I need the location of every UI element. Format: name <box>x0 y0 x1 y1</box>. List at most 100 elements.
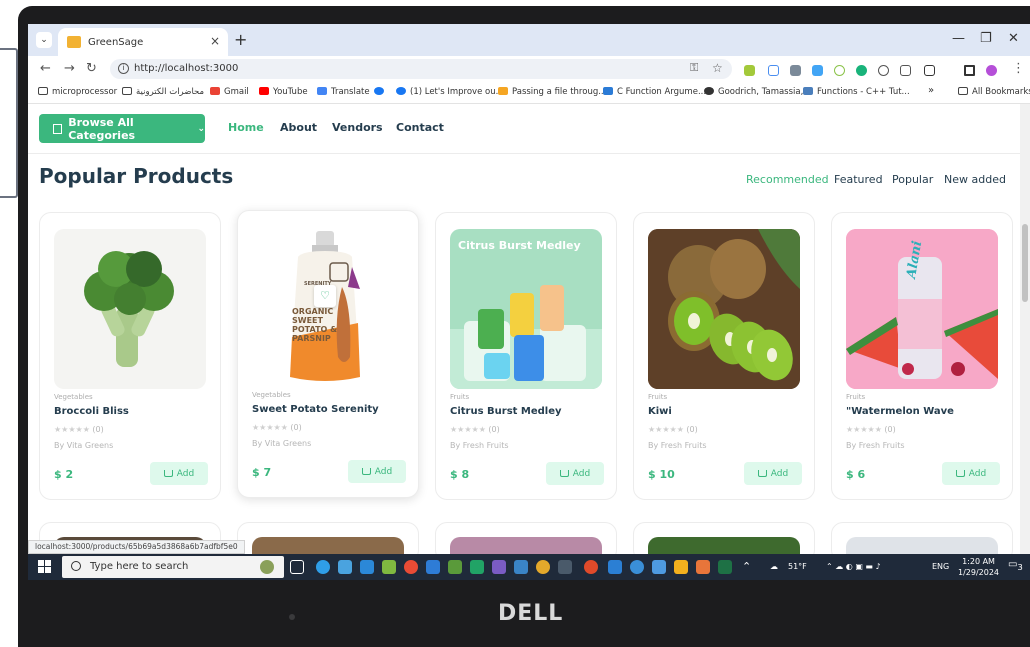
product-vendor[interactable]: By Vita Greens <box>252 439 311 448</box>
product-image[interactable] <box>54 229 206 389</box>
nav-vendors-link[interactable]: Vendors <box>332 121 383 134</box>
address-bar[interactable]: i http://localhost:3000 <box>110 59 732 79</box>
product-image[interactable] <box>648 229 800 389</box>
bookmark-item[interactable]: Goodrich, Tamassia,... <box>704 87 811 97</box>
bookmark-item[interactable]: محاضرات الكترونية <box>122 87 204 97</box>
product-card[interactable] <box>633 522 815 554</box>
filter-new-added[interactable]: New added <box>944 173 1006 186</box>
more-bookmarks-button[interactable]: » <box>928 85 934 96</box>
taskbar-clock[interactable]: 1:20 AM 1/29/2024 <box>958 556 999 578</box>
vscode-icon[interactable] <box>608 560 622 574</box>
nav-home-link[interactable]: Home <box>228 121 264 134</box>
all-bookmarks-item[interactable]: All Bookmarks <box>958 87 1030 97</box>
bookmark-item[interactable]: Gmail <box>210 87 249 97</box>
product-card[interactable]: SERENITY ORGANIC SWEET POTATO & PARSNIP … <box>237 210 419 498</box>
add-to-cart-button[interactable]: Add <box>546 462 604 485</box>
file-explorer-icon[interactable] <box>674 560 688 574</box>
product-card[interactable] <box>237 522 419 554</box>
bookmark-item[interactable]: Passing a file throug... <box>498 87 606 97</box>
bookmark-item[interactable]: Translate <box>317 87 370 97</box>
bookmark-item[interactable]: C Function Argume... <box>603 87 706 97</box>
app-icon[interactable] <box>696 560 710 574</box>
language-indicator[interactable]: ENG <box>932 562 949 571</box>
product-vendor[interactable]: By Fresh Fruits <box>450 441 509 450</box>
nav-about-link[interactable]: About <box>280 121 317 134</box>
extension-icon-2[interactable] <box>768 65 779 76</box>
product-image[interactable]: Citrus Burst Medley <box>450 229 602 389</box>
extension-icon-4[interactable] <box>812 65 823 76</box>
product-card[interactable]: Vegetables Broccoli Bliss ★★★★★ (0) By V… <box>39 212 221 500</box>
product-vendor[interactable]: By Fresh Fruits <box>648 441 707 450</box>
bookmark-item[interactable]: Functions - C++ Tut... <box>803 87 910 97</box>
forward-icon[interactable]: → <box>64 61 75 76</box>
telegram-icon[interactable] <box>630 560 644 574</box>
product-image[interactable]: SERENITY ORGANIC SWEET POTATO & PARSNIP … <box>252 227 404 387</box>
product-name[interactable]: Kiwi <box>648 406 672 417</box>
extensions-puzzle-icon[interactable] <box>924 65 935 76</box>
add-to-cart-button[interactable]: Add <box>348 460 406 483</box>
profile-avatar[interactable] <box>986 65 997 76</box>
edge-icon[interactable] <box>316 560 330 574</box>
tab-list-button[interactable]: ⌄ <box>36 32 52 48</box>
extension-icon-3[interactable] <box>790 65 801 76</box>
reload-icon[interactable]: ↻ <box>86 61 97 76</box>
scrollbar-thumb[interactable] <box>1022 224 1028 302</box>
app-icon[interactable] <box>382 560 396 574</box>
opera-icon[interactable] <box>584 560 598 574</box>
mail-icon[interactable] <box>360 560 374 574</box>
filter-popular[interactable]: Popular <box>892 173 933 186</box>
bookmark-item[interactable]: (1) Let's Improve ou... <box>396 87 504 97</box>
site-info-icon[interactable]: i <box>118 63 129 74</box>
menu-kebab-icon[interactable]: ⋮ <box>1012 61 1025 76</box>
extension-icon-5[interactable] <box>834 65 845 76</box>
minimize-icon[interactable]: — <box>952 31 965 46</box>
product-image[interactable]: Alani <box>846 229 998 389</box>
taskbar-search-input[interactable]: Type here to search <box>62 556 284 578</box>
notifications-icon[interactable]: ▭3 <box>1008 559 1023 572</box>
filter-recommended[interactable]: Recommended <box>746 173 829 186</box>
bookmark-item[interactable]: microprocessor <box>38 87 117 97</box>
bookmark-item[interactable]: YouTube <box>259 87 308 97</box>
tray-overflow-icon[interactable]: ⌃ <box>742 560 751 573</box>
excel-icon[interactable] <box>718 560 732 574</box>
tray-icons[interactable]: ⌃ ☁ ◐ ▣ ▬ ♪ <box>826 562 881 571</box>
weather-temp[interactable]: 51°F <box>788 562 807 571</box>
product-card[interactable]: Fruits Kiwi ★★★★★ (0) By Fresh Fruits $ … <box>633 212 815 500</box>
product-vendor[interactable]: By Fresh Fruits <box>846 441 905 450</box>
add-to-cart-button[interactable]: Add <box>150 462 208 485</box>
extension-icon-1[interactable] <box>744 65 755 76</box>
bookmark-star-icon[interactable]: ☆ <box>712 61 723 75</box>
product-card[interactable]: Citrus Burst Medley Fruits Citrus Burst … <box>435 212 617 500</box>
app-icon[interactable] <box>558 560 572 574</box>
app-icon[interactable] <box>536 560 550 574</box>
store-icon[interactable] <box>338 560 352 574</box>
side-panel-icon[interactable] <box>964 65 975 76</box>
extension-icon-7[interactable] <box>878 65 889 76</box>
windows-start-icon[interactable] <box>38 560 51 573</box>
app-icon[interactable] <box>470 560 484 574</box>
extension-icon-6[interactable] <box>856 65 867 76</box>
chrome-icon[interactable] <box>404 560 418 574</box>
app-icon[interactable] <box>426 560 440 574</box>
restore-icon[interactable]: ❐ <box>980 31 992 46</box>
close-window-icon[interactable]: ✕ <box>1008 31 1019 46</box>
product-card[interactable] <box>831 522 1013 554</box>
app-icon[interactable] <box>514 560 528 574</box>
product-name[interactable]: Sweet Potato Serenity <box>252 404 379 415</box>
task-view-icon[interactable] <box>290 560 304 574</box>
product-card[interactable]: Alani Fruits "Watermelon Wave ★★★★★ (0) … <box>831 212 1013 500</box>
app-icon[interactable] <box>492 560 506 574</box>
add-to-cart-button[interactable]: Add <box>744 462 802 485</box>
weather-widget-icon[interactable] <box>260 560 274 574</box>
new-tab-button[interactable]: + <box>234 30 247 49</box>
product-vendor[interactable]: By Vita Greens <box>54 441 113 450</box>
password-key-icon[interactable]: ⚿ <box>690 61 698 75</box>
product-card[interactable] <box>435 522 617 554</box>
app-icon[interactable] <box>652 560 666 574</box>
bookmark-item[interactable] <box>374 87 388 97</box>
product-name[interactable]: Broccoli Bliss <box>54 406 129 417</box>
nav-contact-link[interactable]: Contact <box>396 121 444 134</box>
browse-categories-button[interactable]: Browse All Categories ⌄ <box>39 114 205 143</box>
extension-icon-8[interactable] <box>900 65 911 76</box>
product-name[interactable]: Citrus Burst Medley <box>450 406 562 417</box>
